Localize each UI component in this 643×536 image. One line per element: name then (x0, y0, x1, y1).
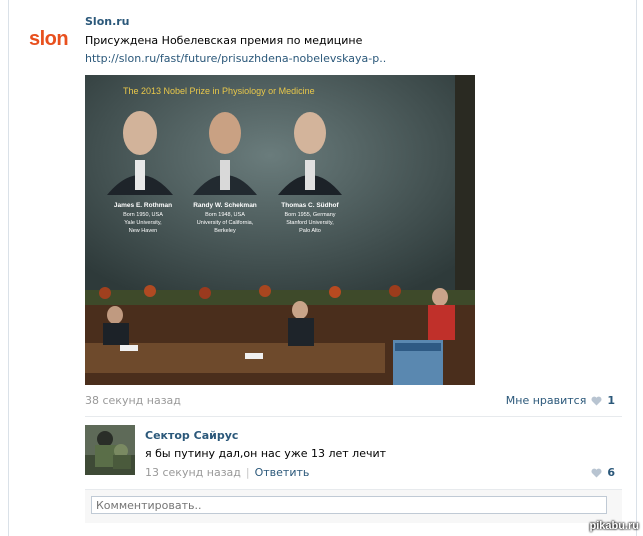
laureate-3-info1: Born 1955, Germany (284, 212, 335, 218)
laureate-1-info1: Born 1950, USA (123, 212, 163, 218)
laureate-1-info3: New Haven (129, 228, 157, 234)
comment-box (85, 489, 622, 523)
post-like-count: 1 (607, 394, 615, 407)
watermark: pikabu.ru (589, 520, 639, 532)
comment-like-count: 6 (607, 466, 615, 479)
laureate-2-name: Randy W. Schekman (193, 202, 257, 209)
post-timestamp[interactable]: 38 секунд назад (85, 394, 181, 407)
post-like-label: Мне нравится (505, 394, 587, 407)
laureate-2-info1: Born 1948, USA (205, 212, 245, 218)
heart-icon (591, 468, 602, 477)
reply-button[interactable]: Ответить (255, 466, 310, 479)
commenter-avatar[interactable] (85, 425, 135, 475)
post-photo[interactable]: The 2013 Nobel Prize in Physiology or Me… (85, 75, 475, 385)
left-border (8, 0, 9, 536)
laureate-1-info2: Yale University, (124, 220, 162, 226)
post-url-link[interactable]: http://slon.ru/fast/future/prisuzhdena-n… (85, 52, 386, 65)
laureate-3-info2: Stanford University, (286, 220, 334, 226)
post-text: Присуждена Нобелевская премия по медицин… (85, 34, 363, 47)
laureate-3-info3: Palo Alto (299, 228, 321, 234)
comment-input[interactable] (91, 496, 607, 514)
stage-scene (85, 285, 475, 385)
comment-text: я бы путину дал,он нас уже 13 лет лечит (145, 447, 387, 460)
comment-timestamp[interactable]: 13 секунд назад (145, 466, 241, 479)
laureate-1-name: James E. Rothman (114, 202, 172, 209)
comment-meta: 13 секунд назад | Ответить (145, 466, 309, 479)
laureate-2-info3: Berkeley (214, 228, 236, 234)
post-author-link[interactable]: Slon.ru (85, 15, 130, 28)
laureate-2-info2: University of California, (197, 220, 254, 226)
slon-logo[interactable]: slon (29, 28, 69, 51)
right-border (636, 0, 637, 536)
slide-title: The 2013 Nobel Prize in Physiology or Me… (123, 86, 315, 96)
comment-like-button[interactable]: 6 (591, 466, 615, 479)
divider (85, 416, 622, 417)
heart-icon (591, 396, 602, 405)
post-like-button[interactable]: Мне нравится 1 (506, 394, 615, 407)
laureate-3-name: Thomas C. Südhof (281, 202, 339, 209)
comment-author-link[interactable]: Сектор Сайрус (145, 429, 238, 442)
meta-separator: | (245, 466, 250, 479)
